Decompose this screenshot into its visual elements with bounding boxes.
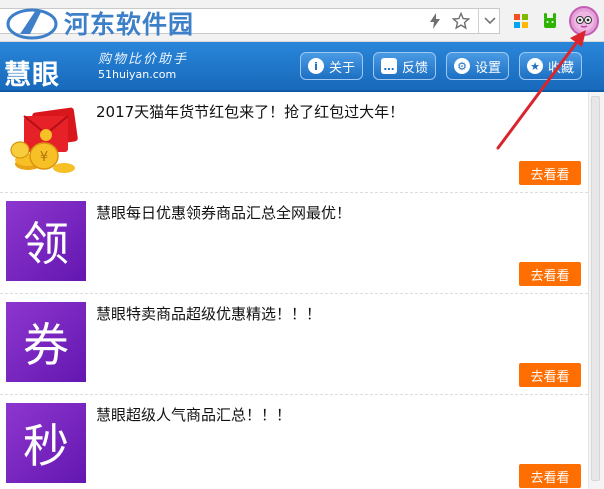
- windows-icon[interactable]: [510, 10, 532, 32]
- about-button-label: 关于: [329, 60, 356, 76]
- lightning-icon[interactable]: [424, 10, 446, 32]
- list-item: 券 慧眼特卖商品超级优惠精选！！！ 去看看: [0, 294, 588, 395]
- list-item: 领 慧眼每日优惠领券商品汇总全网最优！ 去看看: [0, 193, 588, 294]
- red-envelope-coins-image: ¥: [6, 100, 86, 180]
- chevron-down-icon[interactable]: [478, 9, 500, 33]
- svg-text:¥: ¥: [40, 150, 48, 165]
- go-see-button[interactable]: 去看看: [519, 363, 581, 387]
- brand-logo: 慧眼: [4, 60, 60, 91]
- brand-slogan: 购物比价助手: [98, 52, 189, 67]
- screenshot-root: 河东软件园 慧眼 购物比价助手 51huiyan.com i 关于 … 反馈 ⚙…: [0, 0, 604, 489]
- huiyan-extension-icon[interactable]: [569, 6, 599, 36]
- list-item: ¥ 2017天猫年货节红包来了！抢了红包过大年！ 去看看: [0, 92, 588, 193]
- item-title[interactable]: 慧眼每日优惠领券商品汇总全网最优！: [96, 202, 351, 223]
- list-item: 秒 慧眼超级人气商品汇总！！！ 去看看: [0, 395, 588, 489]
- scrollbar-thumb[interactable]: [591, 96, 600, 481]
- favorites-button[interactable]: ★ 收藏: [519, 52, 583, 80]
- go-see-button[interactable]: 去看看: [519, 161, 581, 185]
- gear-icon: ⚙: [454, 58, 470, 74]
- settings-button-label: 设置: [475, 60, 502, 76]
- watermark-text: 河东软件园: [64, 10, 195, 39]
- voucher-tile-image: 券: [6, 302, 86, 382]
- feedback-button[interactable]: … 反馈: [373, 52, 437, 80]
- star-icon: ★: [527, 58, 543, 74]
- go-see-button[interactable]: 去看看: [519, 262, 581, 286]
- browser-toolbar: 河东软件园: [0, 0, 604, 42]
- chat-icon: …: [381, 58, 397, 74]
- brand-url: 51huiyan.com: [98, 68, 177, 81]
- feedback-button-label: 反馈: [402, 60, 429, 76]
- about-button[interactable]: i 关于: [300, 52, 364, 80]
- go-see-button[interactable]: 去看看: [519, 464, 581, 488]
- item-title[interactable]: 慧眼超级人气商品汇总！！！: [96, 404, 291, 425]
- info-icon: i: [308, 58, 324, 74]
- star-icon[interactable]: [450, 10, 472, 32]
- item-title[interactable]: 2017天猫年货节红包来了！抢了红包过大年！: [96, 101, 404, 122]
- favorites-button-label: 收藏: [548, 60, 575, 76]
- coupon-tile-image: 领: [6, 201, 86, 281]
- popup-header: 慧眼 购物比价助手 51huiyan.com i 关于 … 反馈 ⚙ 设置 ★ …: [0, 42, 604, 92]
- item-title[interactable]: 慧眼特卖商品超级优惠精选！！！: [96, 303, 321, 324]
- flash-sale-tile-image: 秒: [6, 403, 86, 483]
- watermark: 河东软件园: [6, 4, 194, 42]
- android-icon[interactable]: [539, 10, 561, 32]
- watermark-logo: [6, 4, 62, 42]
- settings-button[interactable]: ⚙ 设置: [446, 52, 510, 80]
